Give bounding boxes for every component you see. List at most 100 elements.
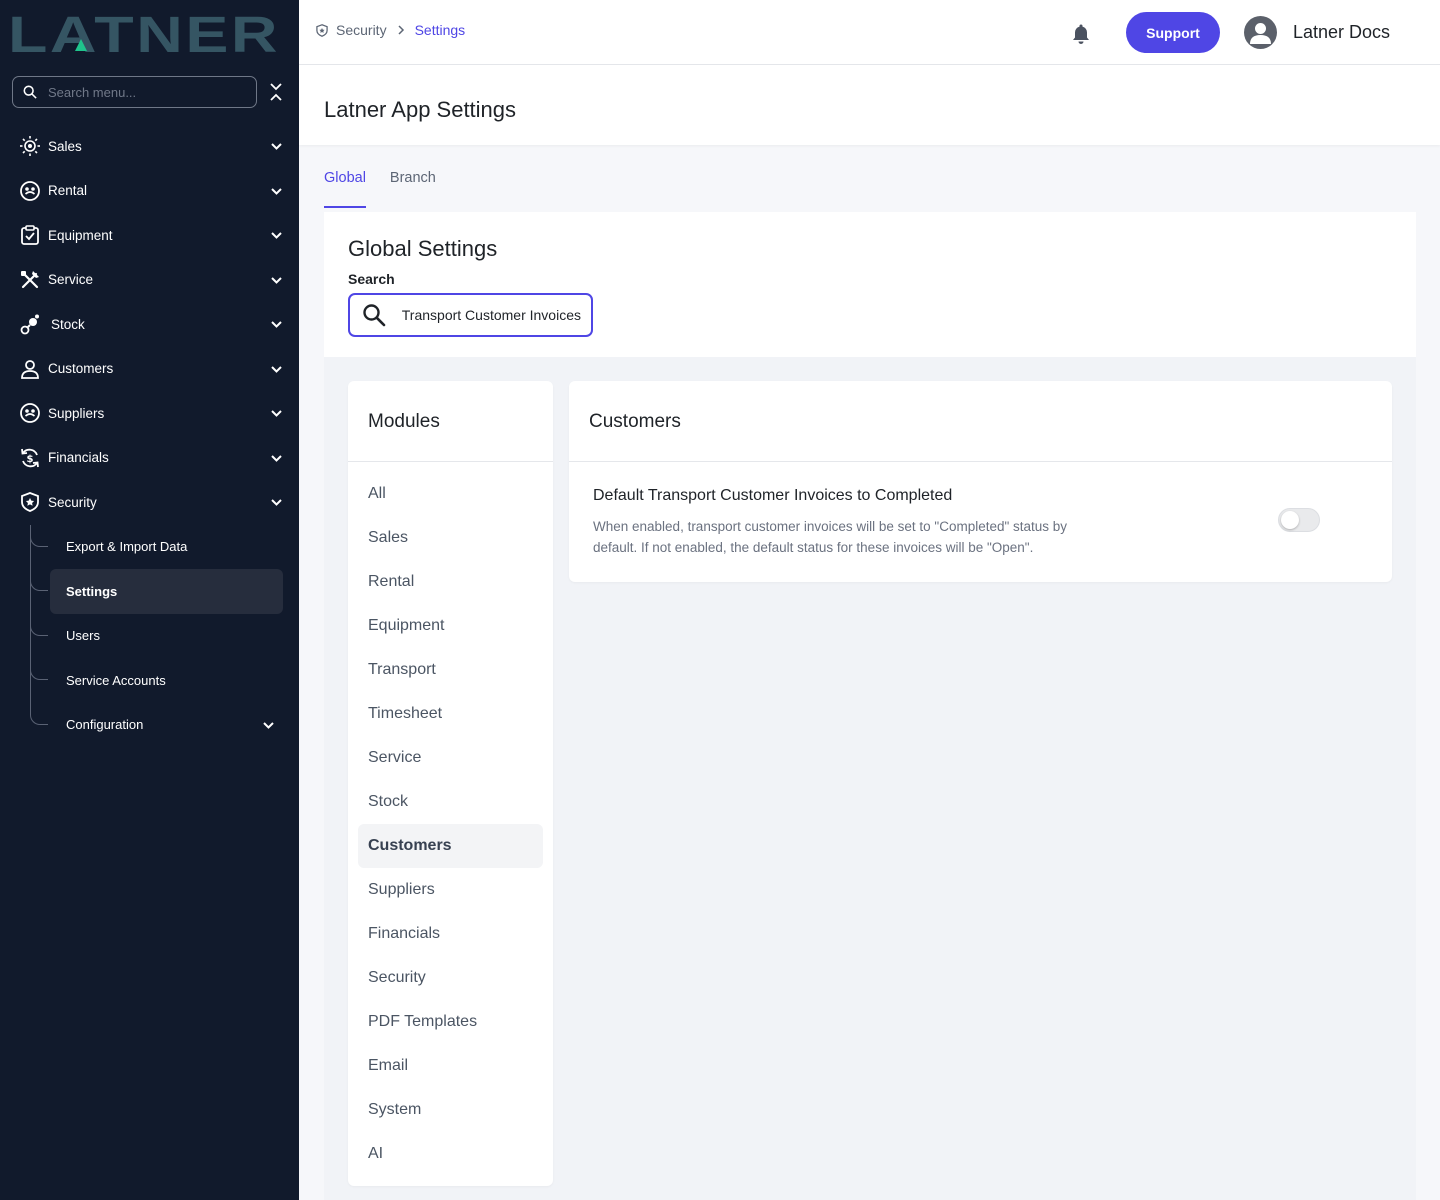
global-settings-title: Global Settings: [348, 236, 498, 261]
stock-icon: [19, 313, 41, 335]
sidebar-nav: Sales Rental Equipment Service Stock Cus…: [0, 124, 299, 747]
toggle-knob: [1281, 511, 1299, 529]
subnav-item-label: Service Accounts: [66, 672, 166, 688]
service-icon: [19, 269, 41, 291]
setting-description: When enabled, transport customer invoice…: [593, 519, 1068, 555]
sidebar: LATNER Sales Rental Equipment Service: [0, 0, 299, 1200]
breadcrumb: Security Settings: [315, 22, 465, 38]
chevron-down-icon: [263, 722, 274, 729]
global-settings-card: Global Settings Search Default Transport…: [324, 212, 1416, 357]
chevron-down-icon: [271, 499, 282, 507]
top-bar: Security Settings Support Latner Docs: [299, 0, 1440, 65]
menu-search-input[interactable]: [48, 84, 248, 100]
financials-icon: $: [19, 447, 41, 469]
sidebar-item-security[interactable]: Security: [0, 480, 299, 525]
sidebar-item-service[interactable]: Service: [0, 258, 299, 303]
settings-search-input[interactable]: Default Transport Customer Invoices: [348, 293, 593, 337]
subnav-item-configuration[interactable]: Configuration: [30, 702, 299, 748]
sidebar-item-label: Service: [48, 272, 94, 288]
user-name[interactable]: Latner Docs: [1293, 22, 1390, 43]
tab-branch[interactable]: Branch: [390, 170, 436, 208]
sidebar-item-label: Security: [48, 494, 97, 510]
breadcrumb-settings[interactable]: Settings: [415, 22, 466, 38]
sidebar-item-label: Stock: [51, 316, 85, 332]
svg-text:$: $: [27, 454, 34, 465]
sidebar-item-label: Sales: [48, 138, 82, 154]
bell-icon[interactable]: [1071, 23, 1091, 45]
tree-connector: [30, 569, 48, 591]
tree-connector: [30, 702, 48, 725]
subnav-item-label: Configuration: [66, 717, 144, 733]
module-item-all[interactable]: All: [358, 472, 543, 516]
equipment-icon: [19, 224, 41, 246]
module-item-stock[interactable]: Stock: [358, 780, 543, 824]
module-item-equipment[interactable]: Equipment: [358, 604, 543, 648]
rental-icon: [19, 180, 41, 202]
shield-icon: [19, 491, 41, 513]
sidebar-item-rental[interactable]: Rental: [0, 169, 299, 214]
user-icon: [1250, 23, 1271, 44]
title-bar: Latner App Settings: [299, 65, 1440, 145]
chevron-down-icon: [271, 321, 282, 329]
breadcrumb-security[interactable]: Security: [336, 22, 387, 38]
sidebar-item-sales[interactable]: Sales: [0, 124, 299, 169]
modules-title: Modules: [348, 381, 553, 462]
collapse-icon[interactable]: [268, 82, 284, 102]
menu-search[interactable]: [12, 76, 257, 108]
tab-global[interactable]: Global: [324, 170, 366, 208]
module-item-ai[interactable]: AI: [358, 1132, 543, 1176]
chevron-right-icon: [398, 25, 404, 35]
sidebar-item-stock[interactable]: Stock: [0, 302, 299, 347]
sidebar-item-label: Customers: [48, 361, 114, 377]
subnav-item-users[interactable]: Users: [30, 613, 299, 659]
subnav-item-export-import[interactable]: Export & Import Data: [30, 524, 299, 570]
module-item-customers[interactable]: Customers: [358, 824, 543, 868]
subnav-item-label: Settings: [66, 583, 118, 599]
module-list: All Sales Rental Equipment Transport Timeshee…: [348, 462, 553, 1176]
sidebar-item-customers[interactable]: Customers: [0, 347, 299, 392]
tree-connector: [30, 524, 48, 547]
avatar[interactable]: [1244, 16, 1277, 49]
module-item-rental[interactable]: Rental: [358, 560, 543, 604]
settings-tabs: Global Branch: [324, 170, 460, 208]
suppliers-icon: [19, 402, 41, 424]
tree-connector: [30, 613, 48, 636]
latner-logo[interactable]: LATNER: [8, 10, 282, 56]
module-item-system[interactable]: System: [358, 1088, 543, 1132]
module-item-pdf-templates[interactable]: PDF Templates: [358, 1000, 543, 1044]
sidebar-item-equipment[interactable]: Equipment: [0, 213, 299, 258]
module-item-sales[interactable]: Sales: [358, 516, 543, 560]
chevron-down-icon: [271, 410, 282, 418]
module-item-email[interactable]: Email: [358, 1044, 543, 1088]
sales-icon: [19, 135, 41, 157]
sidebar-item-label: Financials: [48, 450, 109, 466]
sidebar-item-label: Rental: [48, 183, 88, 199]
customers-icon: [19, 358, 41, 380]
module-item-service[interactable]: Service: [358, 736, 543, 780]
chevron-down-icon: [271, 143, 282, 151]
module-item-suppliers[interactable]: Suppliers: [358, 868, 543, 912]
module-item-transport[interactable]: Transport: [358, 648, 543, 692]
sidebar-item-financials[interactable]: $ Financials: [0, 436, 299, 481]
sidebar-item-label: Equipment: [48, 227, 113, 243]
settings-search-value[interactable]: Default Transport Customer Invoices: [401, 307, 581, 323]
chevron-down-icon: [271, 188, 282, 195]
module-item-financials[interactable]: Financials: [358, 912, 543, 956]
tree-connector: [30, 658, 48, 680]
default-completed-toggle[interactable]: [1278, 508, 1320, 532]
subnav-item-settings[interactable]: Settings: [50, 569, 283, 614]
subnav-item-service-accounts[interactable]: Service Accounts: [30, 658, 299, 703]
customers-settings-card: Customers Default Transport Customer Inv…: [569, 381, 1392, 582]
subnav-item-label: Export & Import Data: [66, 539, 188, 555]
sidebar-item-suppliers[interactable]: Suppliers: [0, 391, 299, 436]
module-item-security[interactable]: Security: [358, 956, 543, 1000]
customers-panel-title: Customers: [569, 381, 1392, 462]
chevron-down-icon: [271, 366, 282, 373]
sidebar-item-label: Suppliers: [48, 405, 105, 421]
module-item-timesheet[interactable]: Timesheet: [358, 692, 543, 736]
support-button[interactable]: Support: [1126, 12, 1220, 53]
page-title: Latner App Settings: [324, 97, 517, 122]
chevron-down-icon: [271, 455, 282, 462]
search-icon: [363, 304, 386, 327]
search-icon: [23, 85, 37, 99]
